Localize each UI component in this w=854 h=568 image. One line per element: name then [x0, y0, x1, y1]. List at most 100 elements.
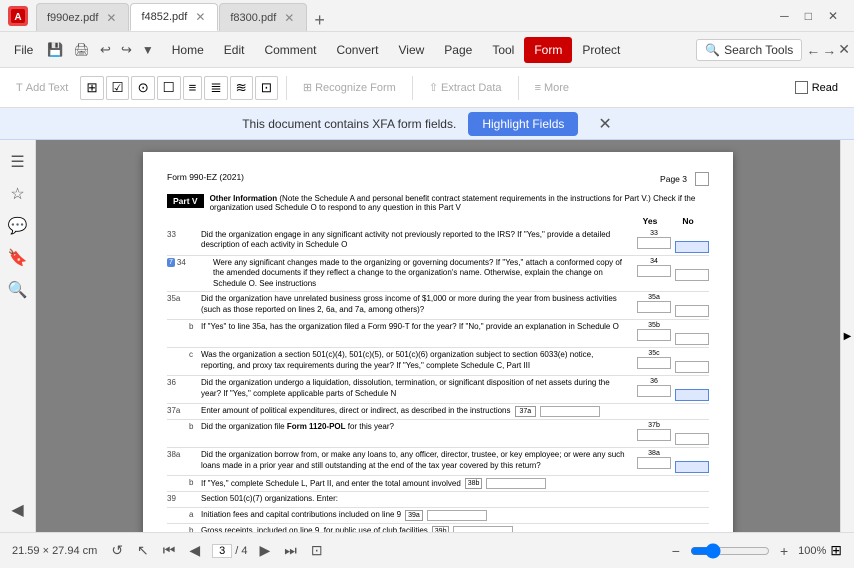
- menu-home[interactable]: Home: [162, 37, 214, 63]
- toolbar-field-btn7[interactable]: ≋: [230, 76, 253, 100]
- row-35c-yes-box[interactable]: [637, 357, 671, 369]
- toolbar-field-btn5[interactable]: ≡: [183, 76, 203, 100]
- toolbar-field-btn2[interactable]: ☑: [106, 76, 130, 100]
- read-button[interactable]: Read: [787, 77, 846, 98]
- row-37b: b Did the organization file Form 1120-PO…: [167, 420, 709, 448]
- row-38a-no-box[interactable]: [675, 461, 709, 473]
- toolbar-redo[interactable]: ↪: [117, 40, 136, 60]
- recognize-form-button[interactable]: ⊞ Recognize Form: [295, 77, 404, 98]
- sidebar-icon-menu[interactable]: ☰: [4, 148, 32, 176]
- row-35b-yes-box[interactable]: [637, 329, 671, 341]
- zoom-in-button[interactable]: +: [774, 541, 794, 561]
- close-button[interactable]: ✕: [820, 5, 846, 27]
- page-input[interactable]: [212, 544, 232, 558]
- search-icon: 🔍: [705, 43, 720, 57]
- tab-close-f990ez[interactable]: ✕: [104, 10, 118, 26]
- first-page-button[interactable]: ⏮: [157, 538, 182, 563]
- nav-forward[interactable]: →: [822, 41, 836, 58]
- row-33-yes-box[interactable]: [637, 237, 671, 249]
- next-page-button[interactable]: ▶: [253, 538, 276, 563]
- app-icon: A: [8, 6, 28, 26]
- fit-page-button[interactable]: ⊡: [305, 538, 329, 563]
- toolbar-print[interactable]: 🖨: [70, 40, 95, 60]
- menu-protect[interactable]: Protect: [572, 37, 630, 63]
- tab-f990ez[interactable]: f990ez.pdf ✕: [36, 3, 129, 31]
- row-39a-content: Initiation fees and capital contribution…: [201, 510, 627, 521]
- tab-f4852[interactable]: f4852.pdf ✕: [130, 3, 218, 31]
- row-38b-input[interactable]: [486, 478, 546, 489]
- add-text-icon: T: [16, 82, 23, 94]
- row-35a-yes-box[interactable]: [637, 301, 671, 313]
- toolbar-field-btn1[interactable]: ⊞: [80, 76, 103, 100]
- toolbar-save[interactable]: 💾: [43, 40, 67, 60]
- menu-comment[interactable]: Comment: [254, 37, 326, 63]
- cursor-button[interactable]: ↖: [131, 538, 155, 563]
- tab-close-f4852[interactable]: ✕: [193, 9, 207, 25]
- row-37a: 37a Enter amount of political expenditur…: [167, 404, 709, 420]
- banner-message: This document contains XFA form fields.: [242, 117, 456, 131]
- yes-no-header: Yes No: [167, 216, 709, 226]
- xfa-banner: This document contains XFA form fields. …: [0, 108, 854, 140]
- menu-file[interactable]: File: [4, 37, 43, 63]
- row-35a-num: 35a: [167, 294, 189, 303]
- menu-tool[interactable]: Tool: [482, 37, 524, 63]
- row-37a-input[interactable]: [540, 406, 600, 417]
- row-39b-input[interactable]: [453, 526, 513, 532]
- search-tools-button[interactable]: 🔍 Search Tools: [696, 39, 802, 61]
- menu-view[interactable]: View: [389, 37, 435, 63]
- tab-close-f8300[interactable]: ✕: [282, 10, 296, 26]
- toolbar-field-btn8[interactable]: ⊡: [255, 76, 278, 100]
- sidebar-right-toggle[interactable]: ▶: [840, 140, 854, 532]
- read-checkbox[interactable]: [795, 81, 808, 94]
- row-37b-no-box[interactable]: [675, 433, 709, 445]
- tab-label-active: f4852.pdf: [141, 11, 187, 23]
- pdf-area[interactable]: Form 990-EZ (2021) Page 3 Part V Other I…: [36, 140, 840, 532]
- toolbar-undo[interactable]: ↩: [96, 40, 115, 60]
- row-35a-no-box[interactable]: [675, 305, 709, 317]
- highlight-fields-button[interactable]: Highlight Fields: [468, 112, 578, 136]
- sidebar-icon-comment[interactable]: 💬: [4, 212, 32, 240]
- row-36-yes-box[interactable]: [637, 385, 671, 397]
- sidebar-icon-search[interactable]: 🔍: [4, 276, 32, 304]
- add-text-button[interactable]: T Add Text: [8, 78, 76, 98]
- nav-back[interactable]: ←: [806, 41, 820, 58]
- menu-page[interactable]: Page: [434, 37, 482, 63]
- toolbar-field-btn4[interactable]: ☐: [157, 76, 181, 100]
- row-34-yes-box[interactable]: [637, 265, 671, 277]
- row-35b-content: If "Yes" to line 35a, has the organizati…: [201, 322, 627, 332]
- sidebar-icon-pages[interactable]: 🔖: [4, 244, 32, 272]
- fit-width-button[interactable]: ⊞: [830, 542, 842, 559]
- row-38b-content: If "Yes," complete Schedule L, Part II, …: [201, 478, 627, 489]
- new-tab-button[interactable]: +: [308, 10, 331, 31]
- menu-edit[interactable]: Edit: [214, 37, 255, 63]
- sidebar-icon-bookmark[interactable]: ☆: [4, 180, 32, 208]
- row-39a-input[interactable]: [427, 510, 487, 521]
- part-title: Other Information: [210, 194, 278, 203]
- row-35c-no-box[interactable]: [675, 361, 709, 373]
- row-33-no-box[interactable]: [675, 241, 709, 253]
- banner-close-button[interactable]: ✕: [598, 114, 611, 134]
- extract-data-button[interactable]: ⇧ Extract Data: [421, 77, 510, 98]
- zoom-slider[interactable]: [690, 543, 770, 559]
- row-38a-content: Did the organization borrow from, or mak…: [201, 450, 627, 471]
- zoom-out-button[interactable]: −: [666, 541, 686, 561]
- more-button[interactable]: ≡ More: [527, 78, 577, 98]
- minimize-button[interactable]: ─: [772, 5, 797, 27]
- tab-f8300[interactable]: f8300.pdf ✕: [219, 3, 307, 31]
- toolbar-field-btn3[interactable]: ⊙: [131, 76, 154, 100]
- last-page-button[interactable]: ⏭: [278, 538, 303, 563]
- maximize-button[interactable]: □: [797, 5, 820, 27]
- row-34-no-box[interactable]: [675, 269, 709, 281]
- rotate-left-button[interactable]: ↺: [105, 538, 129, 563]
- row-37b-yes-box[interactable]: [637, 429, 671, 441]
- toolbar-more[interactable]: ▼: [138, 41, 158, 59]
- prev-page-button[interactable]: ◀: [183, 538, 206, 563]
- row-36-no-box[interactable]: [675, 389, 709, 401]
- menu-convert[interactable]: Convert: [326, 37, 388, 63]
- nav-close[interactable]: ✕: [838, 41, 850, 58]
- sidebar-icon-collapse[interactable]: ◀: [4, 496, 32, 524]
- row-38a-yes-box[interactable]: [637, 457, 671, 469]
- menu-form[interactable]: Form: [524, 37, 572, 63]
- toolbar-field-btn6[interactable]: ≣: [204, 76, 227, 100]
- row-35b-no-box[interactable]: [675, 333, 709, 345]
